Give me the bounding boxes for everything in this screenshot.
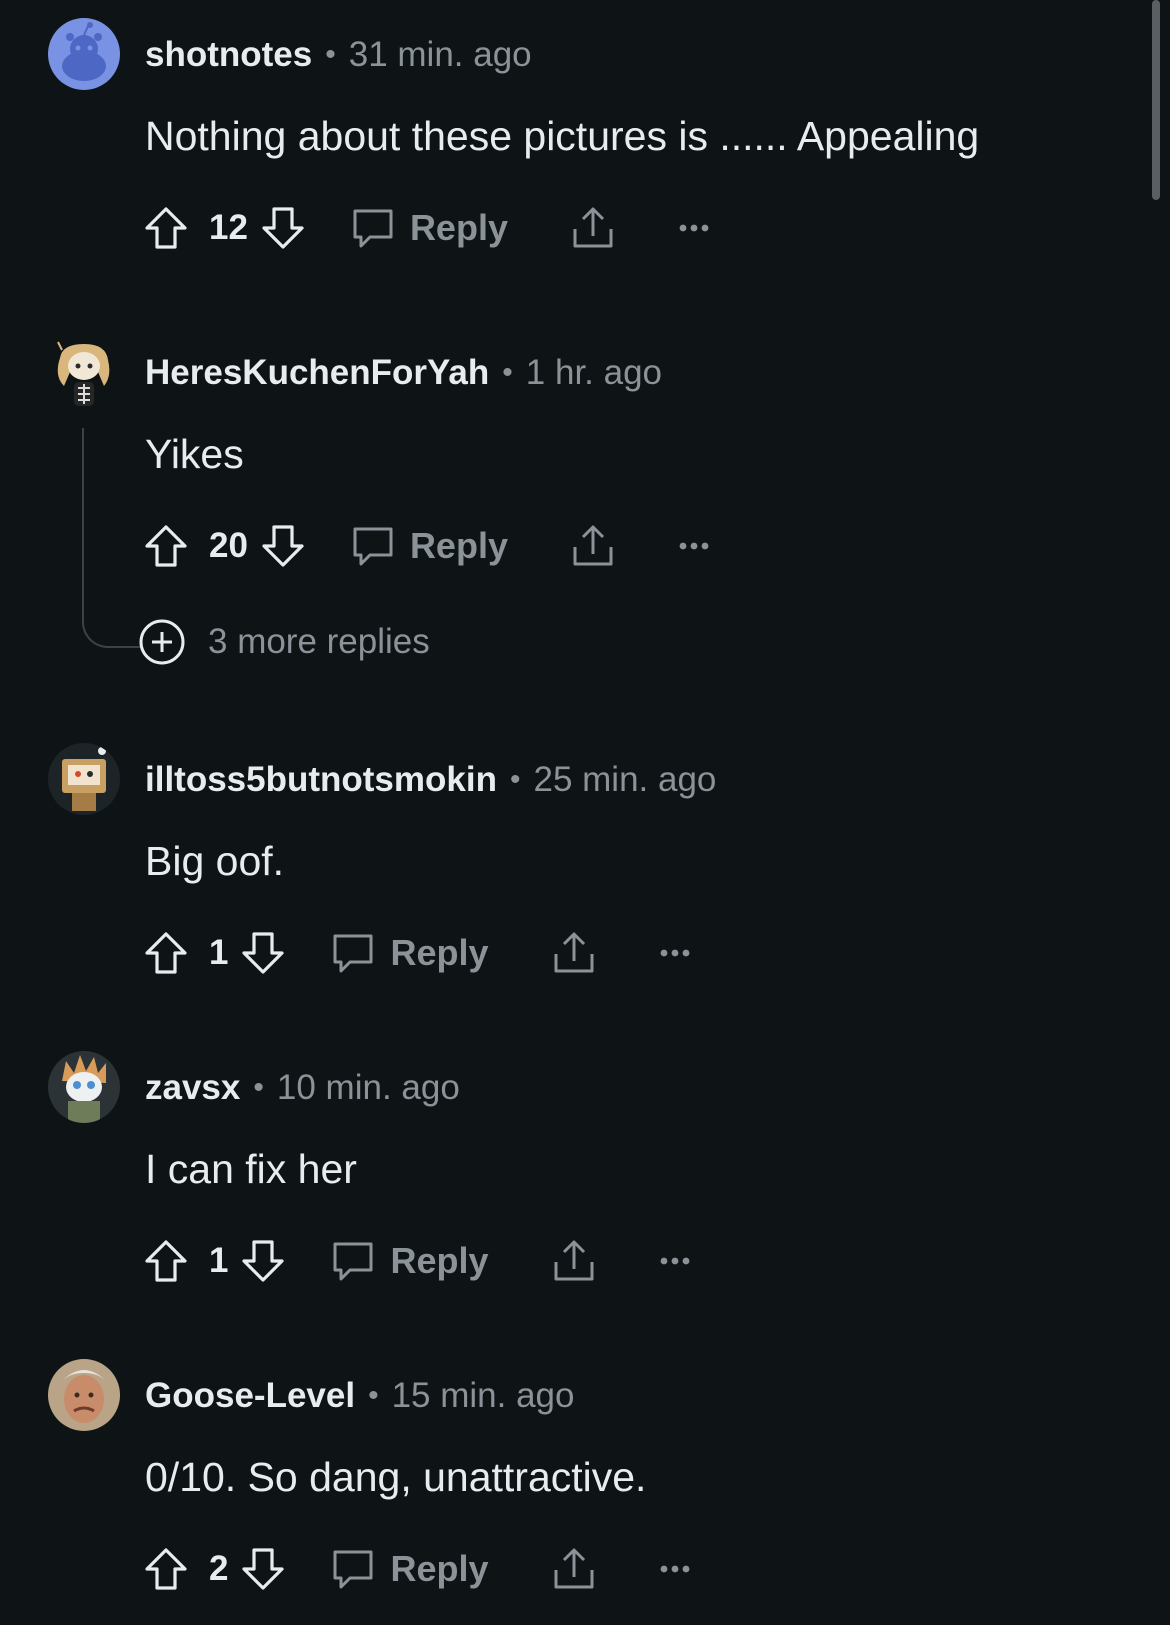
username[interactable]: shotnotes [145, 35, 312, 75]
reply-button[interactable]: Reply [350, 523, 508, 569]
avatar[interactable] [48, 18, 120, 90]
comment-text: Big oof. [145, 838, 285, 884]
comment-bubble-icon [350, 205, 396, 251]
separator-dot: • [368, 1379, 379, 1412]
username[interactable]: HeresKuchenForYah [145, 353, 489, 393]
snoo-spiky-hair-avatar-icon [48, 1051, 120, 1123]
more-replies-button[interactable]: 3 more replies [138, 618, 430, 666]
more-options-icon[interactable] [678, 223, 710, 233]
comment-header: Goose-Level • 15 min. ago [145, 1371, 575, 1421]
comment: zavsx • 10 min. ago I can fix her 1 Repl… [0, 1033, 1170, 1323]
avatar[interactable] [48, 1051, 120, 1123]
vote-count: 1 [209, 933, 229, 972]
photo-face-avatar-icon [48, 1359, 120, 1431]
reply-label: Reply [390, 932, 489, 973]
comment-header: zavsx • 10 min. ago [145, 1063, 460, 1113]
downvote-icon[interactable] [260, 523, 306, 569]
more-options-icon[interactable] [659, 1564, 691, 1574]
share-icon[interactable] [551, 1238, 597, 1284]
vote-count: 12 [209, 208, 248, 247]
share-icon[interactable] [551, 930, 597, 976]
upvote-icon[interactable] [143, 1238, 189, 1284]
username[interactable]: illtoss5butnotsmokin [145, 760, 497, 800]
more-replies-label: 3 more replies [208, 622, 430, 661]
share-icon[interactable] [551, 1546, 597, 1592]
reply-label: Reply [409, 525, 508, 566]
comment-text: Nothing about these pictures is ...... A… [145, 113, 980, 159]
comment-header: HeresKuchenForYah • 1 hr. ago [145, 348, 662, 398]
timestamp: 31 min. ago [348, 35, 532, 74]
comment: Goose-Level • 15 min. ago 0/10. So dang,… [0, 1341, 1170, 1625]
snoo-box-head-avatar-icon [48, 743, 120, 815]
thread-line [82, 428, 140, 648]
comment-actions: 1 Reply [143, 1231, 691, 1291]
reply-button[interactable]: Reply [330, 930, 489, 976]
avatar[interactable] [48, 336, 120, 408]
expand-plus-icon [138, 618, 186, 666]
upvote-icon[interactable] [143, 930, 189, 976]
comment-bubble-icon [330, 930, 376, 976]
reply-label: Reply [390, 1548, 489, 1589]
reply-label: Reply [409, 207, 508, 248]
reply-button[interactable]: Reply [330, 1546, 489, 1592]
comment: illtoss5butnotsmokin • 25 min. ago Big o… [0, 725, 1170, 1015]
more-options-icon[interactable] [678, 541, 710, 551]
username[interactable]: Goose-Level [145, 1376, 355, 1416]
downvote-icon[interactable] [240, 1546, 286, 1592]
upvote-icon[interactable] [143, 523, 189, 569]
comment-bubble-icon [330, 1238, 376, 1284]
share-icon[interactable] [570, 205, 616, 251]
comment-text: Yikes [145, 431, 244, 477]
reply-button[interactable]: Reply [330, 1238, 489, 1284]
comment-actions: 1 Reply [143, 923, 691, 983]
vote-count: 1 [209, 1241, 229, 1280]
vote-count: 20 [209, 526, 248, 565]
share-icon[interactable] [570, 523, 616, 569]
separator-dot: • [253, 1071, 264, 1104]
comment-actions: 2 Reply [143, 1539, 691, 1599]
comment-bubble-icon [350, 523, 396, 569]
comment: shotnotes • 31 min. ago Nothing about th… [0, 0, 1170, 290]
reply-label: Reply [390, 1240, 489, 1281]
comment-text: I can fix her [145, 1146, 357, 1192]
vote-count: 2 [209, 1549, 229, 1588]
reply-button[interactable]: Reply [350, 205, 508, 251]
downvote-icon[interactable] [260, 205, 306, 251]
default-snoo-avatar-icon [48, 18, 120, 90]
downvote-icon[interactable] [240, 930, 286, 976]
comment-header: shotnotes • 31 min. ago [145, 30, 532, 80]
snoo-blonde-avatar-icon [57, 341, 110, 406]
downvote-icon[interactable] [240, 1238, 286, 1284]
comment-header: illtoss5butnotsmokin • 25 min. ago [145, 755, 716, 805]
comment-bubble-icon [330, 1546, 376, 1592]
separator-dot: • [509, 763, 521, 796]
upvote-icon[interactable] [143, 205, 189, 251]
separator-dot: • [502, 356, 513, 389]
separator-dot: • [325, 38, 336, 71]
timestamp: 25 min. ago [533, 760, 717, 799]
more-options-icon[interactable] [659, 948, 691, 958]
comment-text: 0/10. So dang, unattractive. [145, 1454, 647, 1500]
comment-actions: 20 Reply [143, 516, 710, 576]
timestamp: 15 min. ago [391, 1376, 575, 1415]
avatar[interactable] [48, 1359, 120, 1431]
timestamp: 10 min. ago [276, 1068, 460, 1107]
timestamp: 1 hr. ago [525, 353, 663, 392]
upvote-icon[interactable] [143, 1546, 189, 1592]
more-options-icon[interactable] [659, 1256, 691, 1266]
avatar[interactable] [48, 743, 120, 815]
username[interactable]: zavsx [145, 1068, 240, 1108]
comment-actions: 12 Reply [143, 198, 710, 258]
